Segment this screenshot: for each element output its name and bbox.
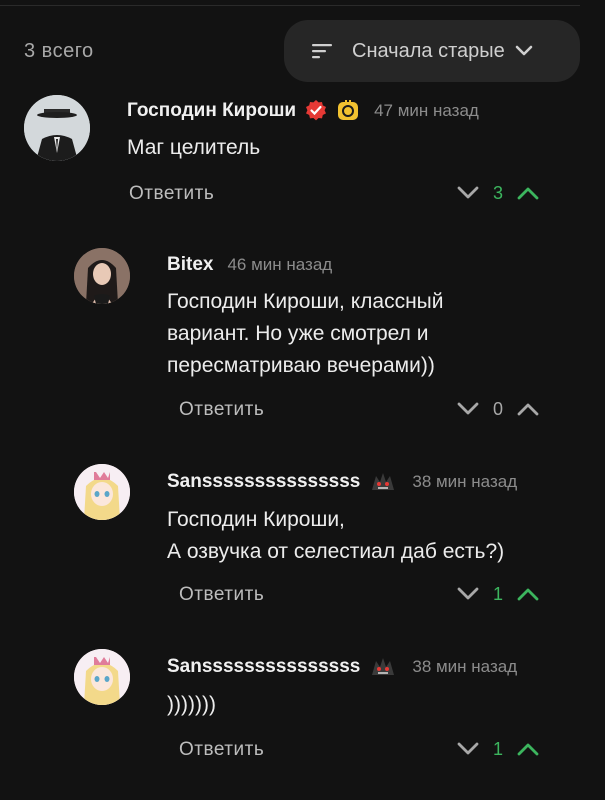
upvote-icon[interactable] [516, 397, 540, 421]
comment-text: Маг целитель [127, 136, 261, 159]
level-badge-icon [336, 99, 360, 123]
timestamp: 38 мин назад [412, 657, 518, 676]
sort-dropdown[interactable]: Сначала старые [284, 20, 580, 82]
timestamp: 38 мин назад [412, 472, 518, 491]
comment-header: Sansssssssssssssss 38 мин назад [167, 655, 517, 679]
comment-text: Господин Кироши, А озвучка от селестиал … [167, 508, 505, 563]
comment-header: Господин Кироши 47 мин назад [127, 99, 479, 123]
reply-button[interactable]: Ответить [179, 739, 264, 761]
comment-text: ))))))) [167, 693, 216, 716]
downvote-icon[interactable] [456, 181, 480, 205]
reply-button[interactable]: Ответить [179, 584, 264, 606]
chevron-down-icon [515, 45, 533, 57]
author-name[interactable]: Господин Кироши [127, 100, 296, 122]
timestamp: 47 мин назад [374, 101, 479, 120]
author-name[interactable]: Sansssssssssssssss [167, 471, 360, 493]
avatar[interactable] [74, 464, 130, 520]
vote-controls: 0 [456, 397, 540, 421]
reply-button[interactable]: Ответить [179, 399, 264, 421]
vote-score: 1 [492, 583, 503, 604]
avatar[interactable] [74, 248, 130, 304]
author-name[interactable]: Bitex [167, 254, 213, 276]
vote-score: 1 [492, 738, 503, 759]
avatar[interactable] [74, 649, 130, 705]
sort-icon [312, 43, 334, 59]
comment-header: Sansssssssssssssss 38 мин назад [167, 470, 517, 494]
upvote-icon[interactable] [516, 181, 540, 205]
downvote-icon[interactable] [456, 582, 480, 606]
creature-badge-icon [368, 655, 398, 679]
vote-controls: 1 [456, 737, 540, 761]
comment-text: Господин Кироши, классный вариант. Но уж… [167, 290, 444, 377]
avatar[interactable] [24, 95, 90, 161]
vote-controls: 1 [456, 582, 540, 606]
timestamp: 46 мин назад [227, 255, 333, 274]
upvote-icon[interactable] [516, 737, 540, 761]
author-name[interactable]: Sansssssssssssssss [167, 656, 360, 678]
vote-controls: 3 [456, 181, 540, 205]
downvote-icon[interactable] [456, 737, 480, 761]
reply-button[interactable]: Ответить [129, 183, 214, 205]
creature-badge-icon [368, 470, 398, 494]
vote-score: 3 [492, 182, 503, 203]
vote-score: 0 [492, 398, 503, 419]
upvote-icon[interactable] [516, 582, 540, 606]
verified-icon [304, 99, 328, 123]
top-divider [0, 5, 580, 6]
downvote-icon[interactable] [456, 397, 480, 421]
comment-header: Bitex 46 мин назад [167, 254, 332, 276]
comment-count: 3 всего [24, 40, 94, 62]
sort-label: Сначала старые [352, 39, 505, 62]
